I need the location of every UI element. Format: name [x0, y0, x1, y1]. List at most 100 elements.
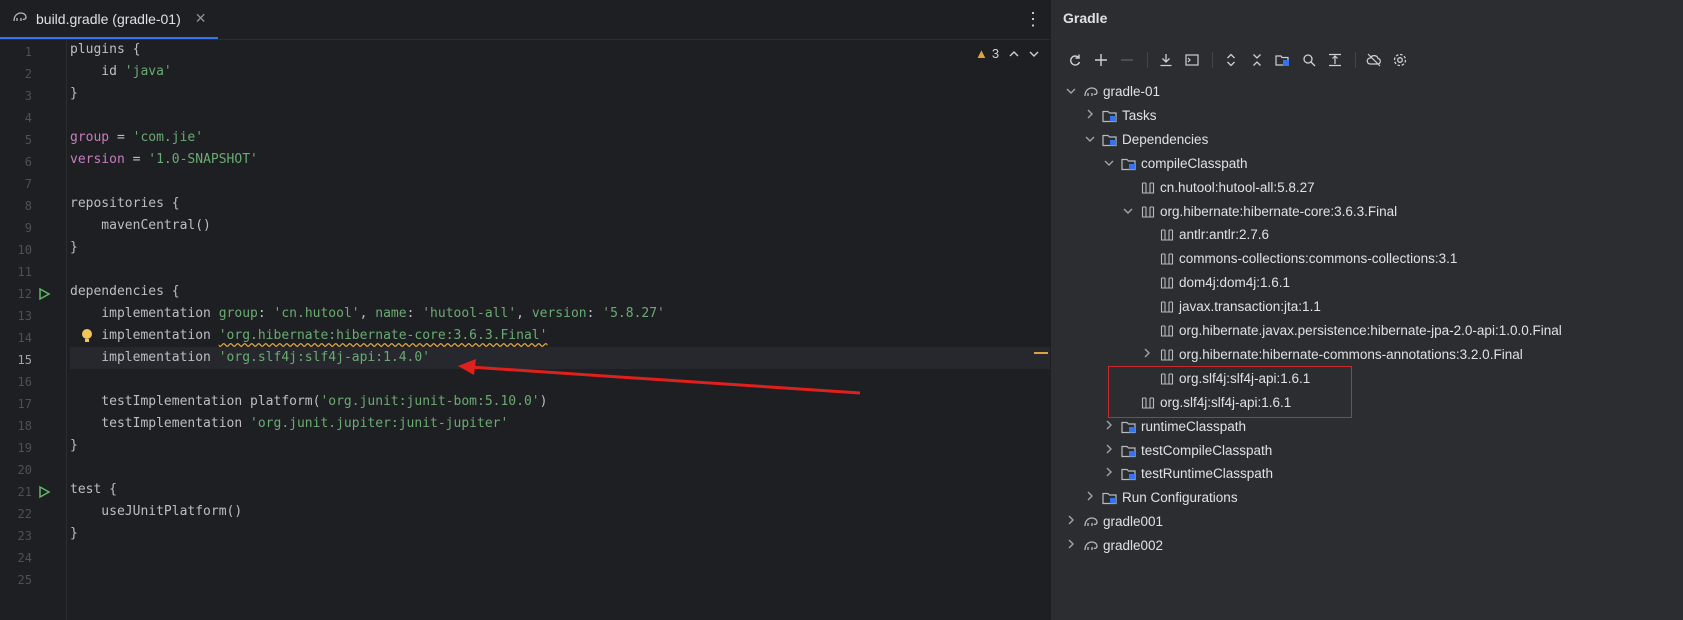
inspection-widget[interactable]: ▲ 3: [975, 46, 1039, 61]
code-line[interactable]: dependencies {: [70, 281, 1050, 303]
tree-node[interactable]: org.hibernate.javax.persistence:hibernat…: [1139, 319, 1562, 343]
warning-count: 3: [991, 46, 1000, 61]
tab-build-gradle[interactable]: build.gradle (gradle-01) ✕: [0, 0, 218, 39]
code-line[interactable]: test {: [70, 479, 1050, 501]
add-icon[interactable]: [1089, 48, 1113, 72]
code-line[interactable]: mavenCentral(): [70, 215, 1050, 237]
library-icon: [1159, 251, 1175, 267]
line-number: 24: [17, 551, 32, 565]
run-gutter-icon[interactable]: [37, 287, 51, 301]
download-icon[interactable]: [1154, 48, 1178, 72]
remove-icon[interactable]: [1115, 48, 1139, 72]
tree-node[interactable]: org.hibernate:hibernate-core:3.6.3.Final: [1120, 200, 1397, 224]
code-line[interactable]: [70, 105, 1050, 127]
tab-title: build.gradle (gradle-01): [36, 10, 181, 27]
settings-icon[interactable]: [1388, 48, 1412, 72]
collapse-all-icon[interactable]: [1245, 48, 1269, 72]
show-deps-icon[interactable]: [1323, 48, 1347, 72]
code-line[interactable]: }: [70, 435, 1050, 457]
line-gutter: 1 2 3 4 5 6 7 8 9 10 11 12 13 14 15 16 17 18 19 20 21 22 23 24 2…: [0, 39, 67, 620]
code-line[interactable]: }: [70, 523, 1050, 545]
more-options-icon[interactable]: ⋮: [1024, 9, 1042, 29]
code-token: repositories {: [70, 196, 180, 211]
chevron-right-icon[interactable]: [1063, 510, 1079, 534]
code-line[interactable]: [70, 259, 1050, 281]
chevron-down-icon[interactable]: [1120, 200, 1136, 224]
code-line[interactable]: [70, 369, 1050, 391]
code-token: name: [375, 306, 407, 321]
code-line[interactable]: implementation group: 'cn.hutool', name:…: [70, 303, 1050, 325]
refresh-icon[interactable]: [1063, 48, 1087, 72]
tree-node[interactable]: gradle001: [1063, 510, 1163, 534]
code-line[interactable]: version = '1.0-SNAPSHOT': [70, 149, 1050, 171]
tree-node[interactable]: gradle-01: [1063, 80, 1160, 104]
execute-task-icon[interactable]: [1180, 48, 1204, 72]
chevron-down-icon[interactable]: [1063, 80, 1079, 104]
expand-all-icon[interactable]: [1219, 48, 1243, 72]
code-line[interactable]: [70, 171, 1050, 193]
code-line[interactable]: implementation 'org.slf4j:slf4j-api:1.4.…: [70, 347, 1050, 369]
tree-node[interactable]: commons-collections:commons-collections:…: [1139, 247, 1457, 271]
code-line[interactable]: group = 'com.jie': [70, 127, 1050, 149]
chevron-right-icon[interactable]: [1082, 104, 1098, 128]
code-line[interactable]: testImplementation 'org.junit.jupiter:ju…: [70, 413, 1050, 435]
intention-bulb-icon[interactable]: [80, 328, 94, 344]
chevron-down-icon[interactable]: [1082, 128, 1098, 152]
tree-node[interactable]: cn.hutool:hutool-all:5.8.27: [1120, 176, 1315, 200]
code-token: dependencies {: [70, 284, 180, 299]
offline-icon[interactable]: [1362, 48, 1386, 72]
library-icon: [1159, 323, 1175, 339]
next-problem-icon[interactable]: [1029, 47, 1039, 61]
warning-scroll-marker[interactable]: [1034, 352, 1048, 354]
chevron-right-icon[interactable]: [1082, 486, 1098, 510]
line-number: 21: [17, 485, 32, 499]
code-token: :: [586, 306, 603, 321]
chevron-right-icon[interactable]: [1063, 534, 1079, 558]
warning-icon: ▲: [975, 46, 988, 61]
tree-node[interactable]: testRuntimeClasspath: [1101, 462, 1273, 486]
gradle-elephant-icon: [1083, 538, 1099, 554]
tree-node[interactable]: compileClasspath: [1101, 152, 1248, 176]
tree-node[interactable]: dom4j:dom4j:1.6.1: [1139, 271, 1290, 295]
tree-node[interactable]: antlr:antlr:2.7.6: [1139, 223, 1269, 247]
tree-node[interactable]: Dependencies: [1082, 128, 1208, 152]
analyze-icon[interactable]: [1297, 48, 1321, 72]
code-line[interactable]: [70, 545, 1050, 567]
tree-node-label: org.hibernate:hibernate-commons-annotati…: [1179, 346, 1523, 362]
code-line[interactable]: id 'java': [70, 61, 1050, 83]
tree-node-label: org.hibernate.javax.persistence:hibernat…: [1179, 323, 1562, 338]
tree-node[interactable]: org.hibernate:hibernate-commons-annotati…: [1139, 343, 1523, 367]
code-line[interactable]: }: [70, 83, 1050, 105]
library-icon: [1159, 275, 1175, 291]
chevron-right-icon[interactable]: [1101, 415, 1117, 439]
tree-node[interactable]: Run Configurations: [1082, 486, 1238, 510]
code-line[interactable]: [70, 457, 1050, 479]
tree-node[interactable]: javax.transaction:jta:1.1: [1139, 295, 1321, 319]
chevron-right-icon[interactable]: [1101, 462, 1117, 486]
close-tab-icon[interactable]: ✕: [195, 10, 207, 27]
tree-node-label: compileClasspath: [1141, 155, 1248, 171]
code-line[interactable]: repositories {: [70, 193, 1050, 215]
run-gutter-icon[interactable]: [37, 485, 51, 499]
code-line[interactable]: plugins {: [70, 39, 1050, 61]
code-area[interactable]: plugins { id 'java'} group = 'com.jie' ver…: [70, 39, 1050, 620]
code-line[interactable]: testImplementation platform('org.junit:j…: [70, 391, 1050, 413]
line-number: 2: [24, 67, 32, 81]
previous-problem-icon[interactable]: [1009, 47, 1019, 61]
chevron-down-icon[interactable]: [1101, 152, 1117, 176]
group-modules-icon[interactable]: [1271, 48, 1295, 72]
gradle-tool-window: Gradle gradle-01 Tasks Dependencies compile…: [1050, 0, 1683, 620]
code-line[interactable]: implementation 'org.hibernate:hibernate-…: [70, 325, 1050, 347]
line-number: 3: [24, 89, 32, 103]
tree-node[interactable]: gradle002: [1063, 534, 1163, 558]
chevron-right-icon[interactable]: [1139, 343, 1155, 367]
chevron-right-icon[interactable]: [1101, 439, 1117, 463]
code-line[interactable]: useJUnitPlatform(): [70, 501, 1050, 523]
line-number: 15: [17, 353, 32, 367]
code-line[interactable]: }: [70, 237, 1050, 259]
code-line[interactable]: [70, 567, 1050, 589]
tree-node[interactable]: testCompileClasspath: [1101, 439, 1272, 463]
tree-node[interactable]: Tasks: [1082, 104, 1157, 128]
tree-node-label: gradle002: [1103, 538, 1164, 554]
tree-node[interactable]: runtimeClasspath: [1101, 415, 1246, 439]
